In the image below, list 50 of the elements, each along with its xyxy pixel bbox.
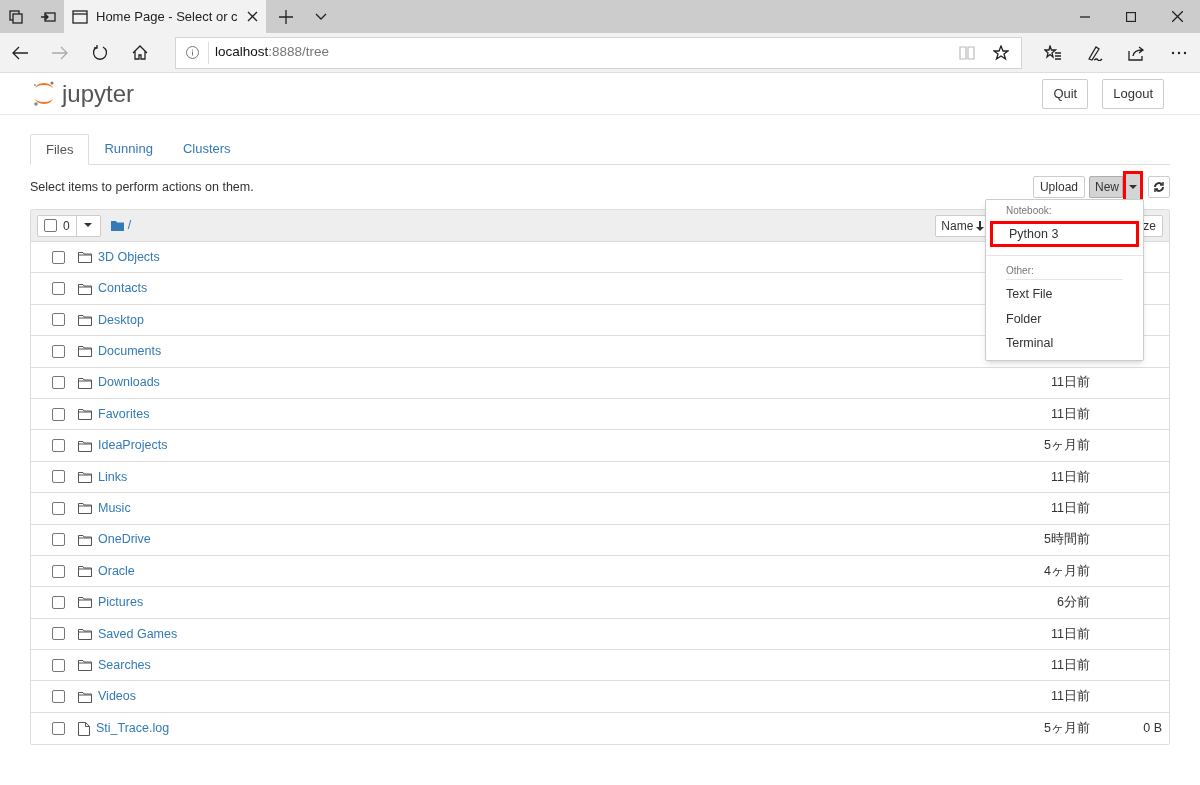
menu-item[interactable]: Folder: [986, 306, 1143, 331]
modified-time: 11日前: [1051, 688, 1090, 706]
tab[interactable]: Clusters: [167, 134, 246, 164]
modified-time: 11日前: [1051, 499, 1090, 517]
item-link[interactable]: IdeaProjects: [98, 436, 168, 455]
new-button[interactable]: New: [1089, 176, 1123, 198]
url-text: localhost:8888/tree: [215, 43, 330, 62]
menu-header: Notebook:: [1005, 204, 1053, 218]
modified-time: 11日前: [1051, 374, 1090, 392]
item-link[interactable]: Videos: [98, 687, 136, 707]
logo-text: jupyter: [62, 81, 135, 106]
address-bar[interactable]: localhost:8888/tree: [175, 36, 1022, 69]
instructions-text: Select items to perform actions on them.: [30, 178, 254, 196]
tab[interactable]: Running: [89, 134, 168, 164]
item-link[interactable]: Oracle: [98, 561, 135, 581]
item-link[interactable]: OneDrive: [98, 530, 151, 550]
item-link[interactable]: Contacts: [98, 279, 148, 298]
item-link[interactable]: Sti_Trace.log: [96, 719, 170, 738]
path-link[interactable]: /: [127, 216, 132, 235]
menu-item[interactable]: Terminal: [986, 331, 1143, 356]
browser-tab[interactable]: Home Page - Select or c: [64, 0, 266, 33]
modified-time: 5ヶ月前: [1044, 720, 1090, 738]
item-link[interactable]: Downloads: [98, 373, 160, 393]
header-button[interactable]: Logout: [1102, 78, 1164, 109]
item-link[interactable]: Favorites: [98, 404, 150, 424]
tab-title: Home Page - Select or c: [96, 7, 239, 26]
tab[interactable]: Files: [30, 134, 90, 165]
menu-item[interactable]: Text File: [986, 282, 1143, 307]
upload-button[interactable]: Upload: [1032, 176, 1085, 198]
item-link[interactable]: Desktop: [98, 310, 144, 330]
modified-time: 11日前: [1051, 468, 1090, 486]
item-link[interactable]: Saved Games: [98, 624, 178, 644]
item-link[interactable]: Searches: [98, 655, 151, 675]
header-button[interactable]: Quit: [1042, 78, 1089, 109]
item-link[interactable]: 3D Objects: [98, 247, 160, 267]
item-link[interactable]: Documents: [98, 342, 162, 361]
modified-time: 11日前: [1051, 625, 1090, 643]
item-link[interactable]: Pictures: [98, 593, 144, 612]
selected-count: 0: [63, 217, 70, 235]
item-link[interactable]: Links: [98, 467, 128, 487]
modified-time: 5時間前: [1044, 531, 1090, 549]
modified-time: 11日前: [1051, 405, 1090, 423]
modified-time: 6分前: [1057, 594, 1090, 612]
file-size: 0 B: [1143, 720, 1162, 738]
modified-time: 4ヶ月前: [1044, 562, 1090, 580]
item-link[interactable]: Music: [98, 498, 131, 518]
modified-time: 5ヶ月前: [1044, 437, 1090, 455]
menu-item[interactable]: Python 3: [990, 221, 1139, 247]
menu-header: Other:: [1005, 264, 1035, 278]
modified-time: 11日前: [1051, 656, 1090, 674]
